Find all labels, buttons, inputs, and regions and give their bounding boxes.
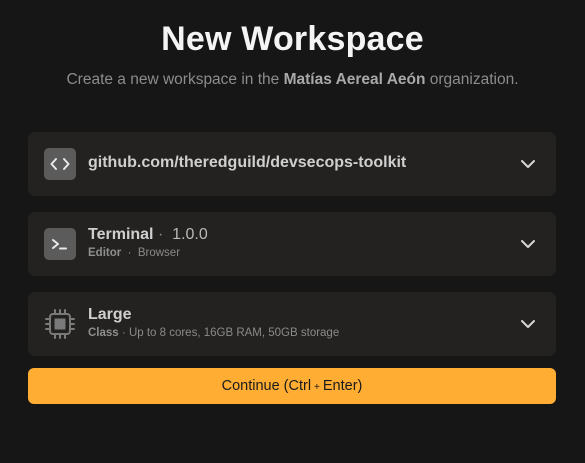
cpu-chip-icon [44,308,76,340]
editor-separator: · [157,226,164,243]
page-subtitle: Create a new workspace in the Matías Aer… [0,71,585,89]
workspace-class-label: Class [88,327,119,339]
workspace-class-name: Large [88,306,132,323]
editor-sub-line: Editor · Browser [88,247,208,259]
continue-label-start: Continue (Ctrl [221,378,312,394]
editor-name: Terminal [88,226,154,243]
chevron-down-icon [521,160,535,168]
editor-label: Editor [88,247,122,259]
workspace-class-sub-separator: · [121,327,126,339]
organization-name: Matías Aereal Aeón [283,71,426,88]
editor-text: Terminal · 1.0.0 Editor · Browser [88,226,208,259]
workspace-class-text: Large Class · Up to 8 cores, 16GB RAM, 5… [88,306,339,339]
page-title: New Workspace [161,20,424,58]
continue-plus: + [314,381,320,393]
new-workspace-page: New Workspace Create a new workspace in … [0,0,585,463]
subtitle-prefix: Create a new workspace in the [66,71,284,88]
chevron-down-icon [521,240,535,248]
continue-label-end: Enter) [322,378,363,394]
continue-button[interactable]: Continue (Ctrl + Enter) [28,368,556,404]
repository-url: github.com/theredguild/devsecops-toolkit [88,154,407,171]
repository-text: github.com/theredguild/devsecops-toolkit [88,154,406,172]
editor-sub-separator: · [127,247,132,259]
terminal-icon [44,228,76,260]
editor-main-line: Terminal · 1.0.0 [88,226,208,244]
code-brackets-icon [44,148,76,180]
subtitle-suffix: organization. [425,71,519,88]
editor-type: Browser [137,247,181,259]
repository-selector[interactable]: github.com/theredguild/devsecops-toolkit [28,132,556,196]
chevron-down-icon [521,320,535,328]
workspace-class-sub-line: Class · Up to 8 cores, 16GB RAM, 50GB st… [88,327,339,339]
workspace-class-selector[interactable]: Large Class · Up to 8 cores, 16GB RAM, 5… [28,292,556,356]
workspace-class-description: Up to 8 cores, 16GB RAM, 50GB storage [128,327,340,339]
editor-selector[interactable]: Terminal · 1.0.0 Editor · Browser [28,212,556,276]
editor-version: 1.0.0 [172,226,208,243]
